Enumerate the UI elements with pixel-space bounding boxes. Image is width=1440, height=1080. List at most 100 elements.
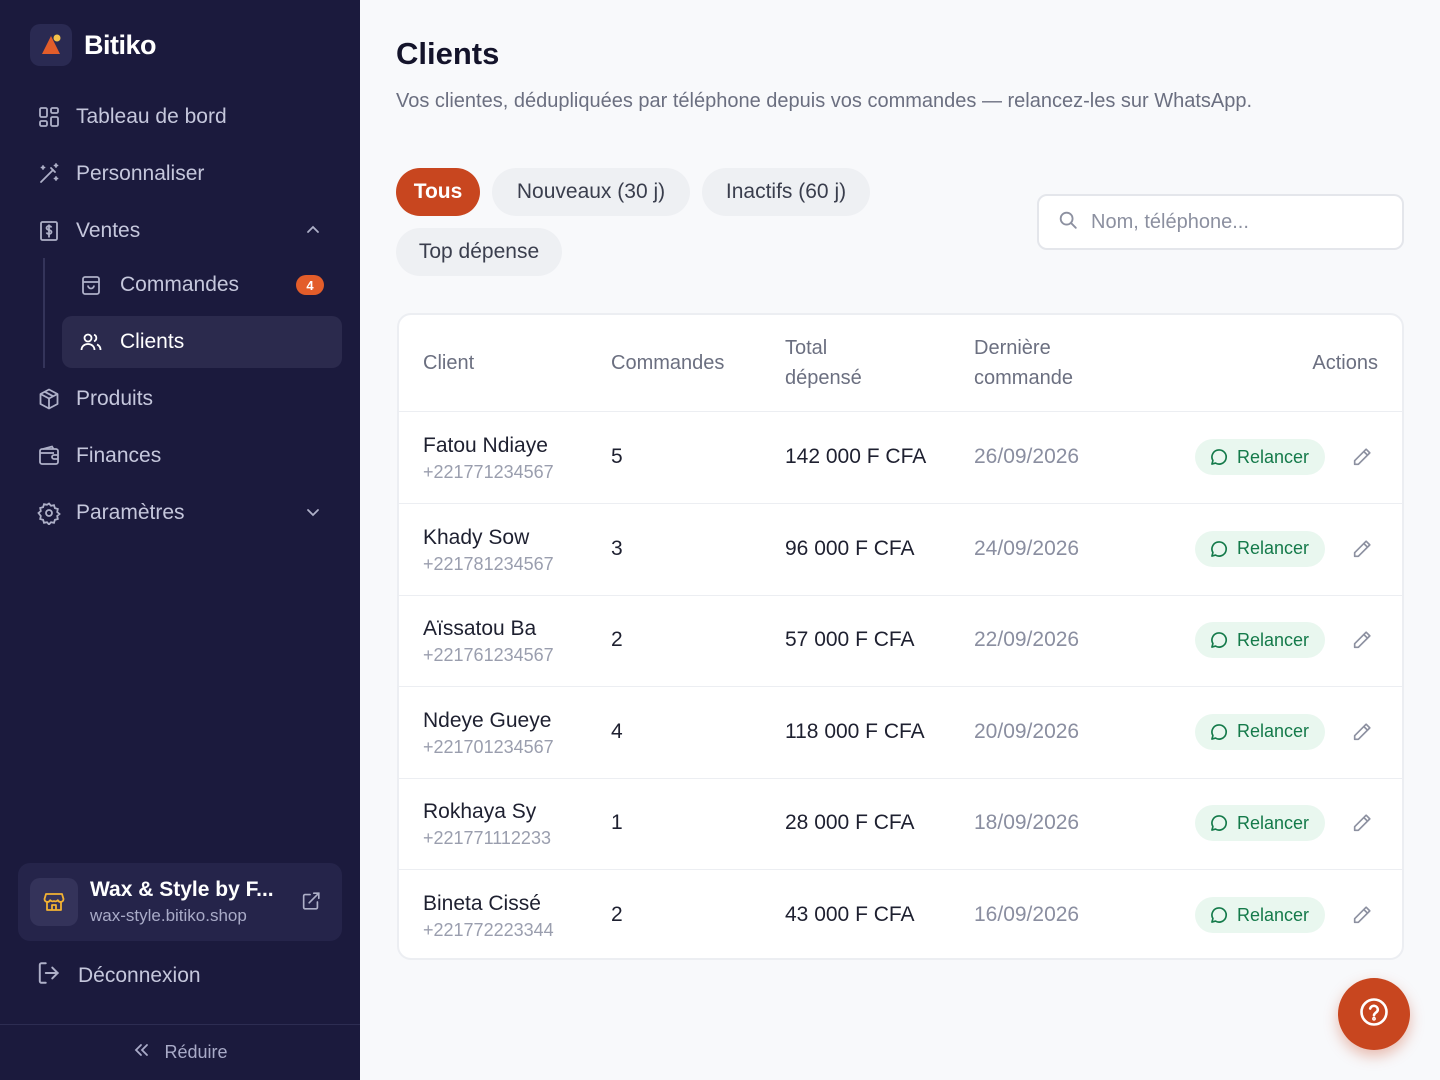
shop-name: Wax & Style by F... [90, 878, 274, 901]
client-total-spent: 28 000 F CFA [785, 811, 915, 835]
client-phone: +221771112233 [423, 828, 551, 849]
sidebar-item-sales[interactable]: Ventes [18, 205, 342, 257]
sidebar-item-label: Tableau de bord [76, 105, 227, 128]
magic-wand-icon [36, 161, 62, 187]
whatsapp-chat-icon [1209, 630, 1229, 650]
shop-info: Wax & Style by F... wax-style.bitiko.sho… [90, 878, 286, 926]
sidebar-item-settings[interactable]: Paramètres [18, 487, 342, 539]
whatsapp-chat-icon [1209, 539, 1229, 559]
gear-icon [36, 500, 62, 526]
edit-client-button[interactable] [1348, 809, 1376, 837]
client-total-spent: 142 000 F CFA [785, 445, 927, 468]
logout-button[interactable]: Déconnexion [36, 960, 201, 991]
chevrons-left-icon [132, 1041, 150, 1064]
client-orders-count: 4 [611, 719, 623, 743]
edit-client-button[interactable] [1348, 535, 1376, 563]
column-header-actions: Actions [1312, 352, 1378, 374]
filter-chip-all[interactable]: Tous [396, 168, 480, 216]
relancer-button[interactable]: Relancer [1195, 439, 1326, 475]
filter-chip-inactive[interactable]: Inactifs (60 j) [702, 168, 870, 216]
brand[interactable]: Bitiko [30, 24, 157, 66]
shop-card[interactable]: Wax & Style by F... wax-style.bitiko.sho… [18, 863, 342, 941]
sidebar-item-label: Clients [120, 330, 185, 353]
relancer-button[interactable]: Relancer [1195, 530, 1326, 567]
edit-client-button[interactable] [1348, 718, 1376, 746]
table-row[interactable]: Fatou Ndiaye +221771234567 5 142 000 F CFA 2… [399, 412, 1402, 504]
table-row[interactable]: Rokhaya Sy +221771112233 1 28 000 F CFA 18/0… [399, 778, 1402, 871]
sidebar-item-orders[interactable]: Commandes 4 [62, 259, 342, 311]
sidebar-item-finances[interactable]: Finances [18, 430, 342, 482]
client-phone: +221761234567 [423, 645, 554, 666]
external-link-icon[interactable] [300, 890, 322, 917]
sidebar-item-clients[interactable]: Clients [62, 316, 342, 368]
pencil-icon [1351, 538, 1373, 560]
sidebar-item-dashboard[interactable]: Tableau de bord [18, 91, 342, 143]
help-button[interactable] [1338, 978, 1410, 1050]
brand-logo-icon [30, 24, 72, 66]
edit-client-button[interactable] [1348, 443, 1376, 471]
client-name: Fatou Ndiaye [423, 434, 548, 457]
client-orders-count: 2 [611, 628, 623, 652]
relancer-label: Relancer [1237, 629, 1310, 650]
table-row[interactable]: Bineta Cissé +221772223344 2 43 000 F CFA 16… [399, 870, 1402, 958]
filter-chip-new[interactable]: Nouveaux (30 j) [492, 168, 690, 216]
client-phone: +221772223344 [423, 920, 554, 940]
sidebar-item-label: Personnaliser [76, 162, 205, 185]
chevron-up-icon [304, 221, 322, 244]
submenu-guide-line [43, 258, 45, 368]
edit-client-button[interactable] [1348, 901, 1376, 929]
whatsapp-chat-icon [1209, 813, 1229, 833]
box-icon [36, 386, 62, 412]
sidebar-item-products[interactable]: Produits [18, 373, 342, 425]
brand-name: Bitiko [84, 29, 157, 60]
users-icon [78, 329, 104, 355]
relancer-label: Relancer [1237, 538, 1310, 559]
sidebar-item-label: Ventes [76, 219, 141, 242]
relancer-button[interactable]: Relancer [1195, 897, 1326, 933]
shopping-bag-icon [78, 272, 104, 298]
search-icon [1057, 209, 1079, 236]
client-orders-count: 5 [611, 445, 623, 468]
wallet-icon [36, 443, 62, 469]
relancer-button[interactable]: Relancer [1195, 622, 1326, 659]
collapse-sidebar-button[interactable]: Réduire [0, 1024, 360, 1080]
table-header: Client Commandes Total dépensé Dernière … [399, 315, 1402, 412]
clients-table: Client Commandes Total dépensé Dernière … [397, 313, 1404, 960]
relancer-button[interactable]: Relancer [1195, 713, 1326, 750]
client-name: Rokhaya Sy [423, 800, 537, 824]
orders-count-badge: 4 [296, 275, 324, 295]
client-last-order-date: 22/09/2026 [974, 628, 1080, 652]
client-phone: +221701234567 [423, 736, 554, 757]
store-icon [30, 878, 78, 926]
relancer-label: Relancer [1237, 904, 1310, 925]
table-row[interactable]: Ndeye Gueye +221701234567 4 118 000 F CFA 20… [399, 687, 1402, 779]
sidebar-item-label: Produits [76, 387, 154, 410]
logout-label: Déconnexion [78, 963, 201, 987]
sidebar-item-label: Finances [76, 444, 162, 467]
table-row[interactable]: Khady Sow +221781234567 3 96 000 F CFA 24/09… [399, 504, 1402, 596]
column-header-total: Total dépensé [785, 337, 862, 389]
client-total-spent: 57 000 F CFA [785, 628, 915, 652]
pencil-icon [1351, 721, 1373, 743]
client-total-spent: 96 000 F CFA [785, 536, 915, 560]
client-total-spent: 118 000 F CFA [785, 719, 925, 743]
search-input[interactable] [1091, 210, 1371, 234]
client-orders-count: 2 [611, 903, 623, 926]
table-row[interactable]: Aïssatou Ba +221761234567 2 57 000 F CFA 22/… [399, 595, 1402, 688]
whatsapp-chat-icon [1209, 447, 1229, 467]
column-header-last-order: Dernière commande [974, 337, 1073, 389]
client-last-order-date: 24/09/2026 [974, 536, 1080, 560]
page-title: Clients [396, 36, 500, 71]
chevron-down-icon [304, 503, 322, 526]
collapse-label: Réduire [164, 1042, 228, 1062]
pencil-icon [1351, 446, 1373, 468]
relancer-button[interactable]: Relancer [1195, 805, 1326, 842]
sidebar-item-customize[interactable]: Personnaliser [18, 148, 342, 200]
filter-chip-top-spend[interactable]: Top dépense [396, 228, 562, 276]
client-total-spent: 43 000 F CFA [785, 903, 915, 926]
relancer-label: Relancer [1237, 446, 1310, 467]
relancer-label: Relancer [1237, 812, 1310, 833]
edit-client-button[interactable] [1348, 626, 1376, 654]
help-icon [1358, 996, 1390, 1033]
column-header-client: Client [423, 352, 475, 374]
